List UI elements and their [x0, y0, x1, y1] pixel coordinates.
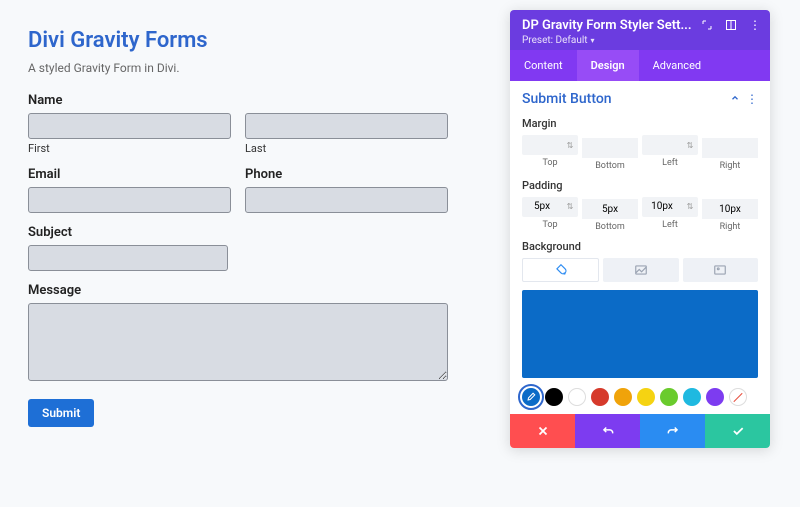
- panel-footer: [510, 414, 770, 448]
- margin-top-input[interactable]: [522, 135, 562, 155]
- swatch-picker[interactable]: [522, 388, 540, 406]
- padding-controls: ⇅ Top Bottom ⇅ Left Right: [522, 197, 758, 233]
- chevron-down-icon: ▾: [591, 36, 595, 45]
- background-type-tabs: [522, 258, 758, 282]
- swatch-green[interactable]: [660, 388, 678, 406]
- close-button[interactable]: [510, 414, 575, 448]
- label-subject: Subject: [28, 225, 448, 240]
- margin-bottom-input[interactable]: [582, 138, 638, 158]
- swatch-black[interactable]: [545, 388, 563, 406]
- subject-input[interactable]: [28, 245, 228, 271]
- tabs: Content Design Advanced: [510, 50, 770, 81]
- preset-selector[interactable]: Preset: Default ▾: [522, 35, 758, 46]
- swatch-white[interactable]: [568, 388, 586, 406]
- tab-content[interactable]: Content: [510, 50, 577, 81]
- padding-right-input[interactable]: [702, 199, 758, 219]
- margin-left-input[interactable]: [642, 135, 682, 155]
- background-label: Background: [522, 240, 758, 253]
- swatch-yellow[interactable]: [637, 388, 655, 406]
- form-description: A styled Gravity Form in Divi.: [28, 61, 448, 75]
- save-button[interactable]: [705, 414, 770, 448]
- margin-right-input[interactable]: [702, 138, 758, 158]
- padding-label: Padding: [522, 179, 758, 192]
- redo-button[interactable]: [640, 414, 705, 448]
- last-name-input[interactable]: [245, 113, 448, 139]
- form-title: Divi Gravity Forms: [28, 28, 448, 53]
- swatch-red[interactable]: [591, 388, 609, 406]
- layout-icon[interactable]: [724, 18, 738, 32]
- bg-gradient-tab[interactable]: [603, 258, 678, 282]
- email-input[interactable]: [28, 187, 231, 213]
- color-swatches: [522, 388, 758, 406]
- padding-left-input[interactable]: [642, 197, 682, 217]
- label-email: Email: [28, 167, 231, 182]
- more-icon[interactable]: ⋮: [748, 18, 762, 32]
- panel-header: DP Gravity Form Styler Sett... Preset: D…: [510, 10, 770, 50]
- margin-controls: ⇅ Top Bottom ⇅ Left Right: [522, 135, 758, 171]
- color-preview[interactable]: [522, 290, 758, 378]
- label-name: Name: [28, 93, 448, 108]
- phone-input[interactable]: [245, 187, 448, 213]
- margin-label: Margin: [522, 117, 758, 130]
- padding-top-input[interactable]: [522, 197, 562, 217]
- gravity-form: Divi Gravity Forms A styled Gravity Form…: [28, 28, 448, 427]
- sublabel-first: First: [28, 142, 231, 155]
- settings-panel: DP Gravity Form Styler Sett... Preset: D…: [510, 10, 770, 448]
- first-name-input[interactable]: [28, 113, 231, 139]
- message-textarea[interactable]: [28, 303, 448, 381]
- swatch-none[interactable]: [729, 388, 747, 406]
- label-message: Message: [28, 283, 448, 298]
- label-phone: Phone: [245, 167, 448, 182]
- submit-button[interactable]: Submit: [28, 399, 94, 427]
- bg-color-tab[interactable]: [522, 258, 599, 282]
- swatch-orange[interactable]: [614, 388, 632, 406]
- section-title[interactable]: Submit Button: [522, 91, 612, 107]
- section-more-icon[interactable]: ⋮: [746, 92, 758, 106]
- link-values-icon[interactable]: ⇅: [562, 197, 578, 217]
- undo-button[interactable]: [575, 414, 640, 448]
- link-values-icon[interactable]: ⇅: [562, 135, 578, 155]
- tab-advanced[interactable]: Advanced: [639, 50, 715, 81]
- sublabel-last: Last: [245, 142, 448, 155]
- collapse-icon[interactable]: [730, 92, 740, 106]
- link-values-icon[interactable]: ⇅: [682, 197, 698, 217]
- tab-design[interactable]: Design: [577, 50, 639, 81]
- padding-bottom-input[interactable]: [582, 199, 638, 219]
- swatch-purple[interactable]: [706, 388, 724, 406]
- link-values-icon[interactable]: ⇅: [682, 135, 698, 155]
- expand-icon[interactable]: [700, 18, 714, 32]
- bg-image-tab[interactable]: [683, 258, 758, 282]
- swatch-cyan[interactable]: [683, 388, 701, 406]
